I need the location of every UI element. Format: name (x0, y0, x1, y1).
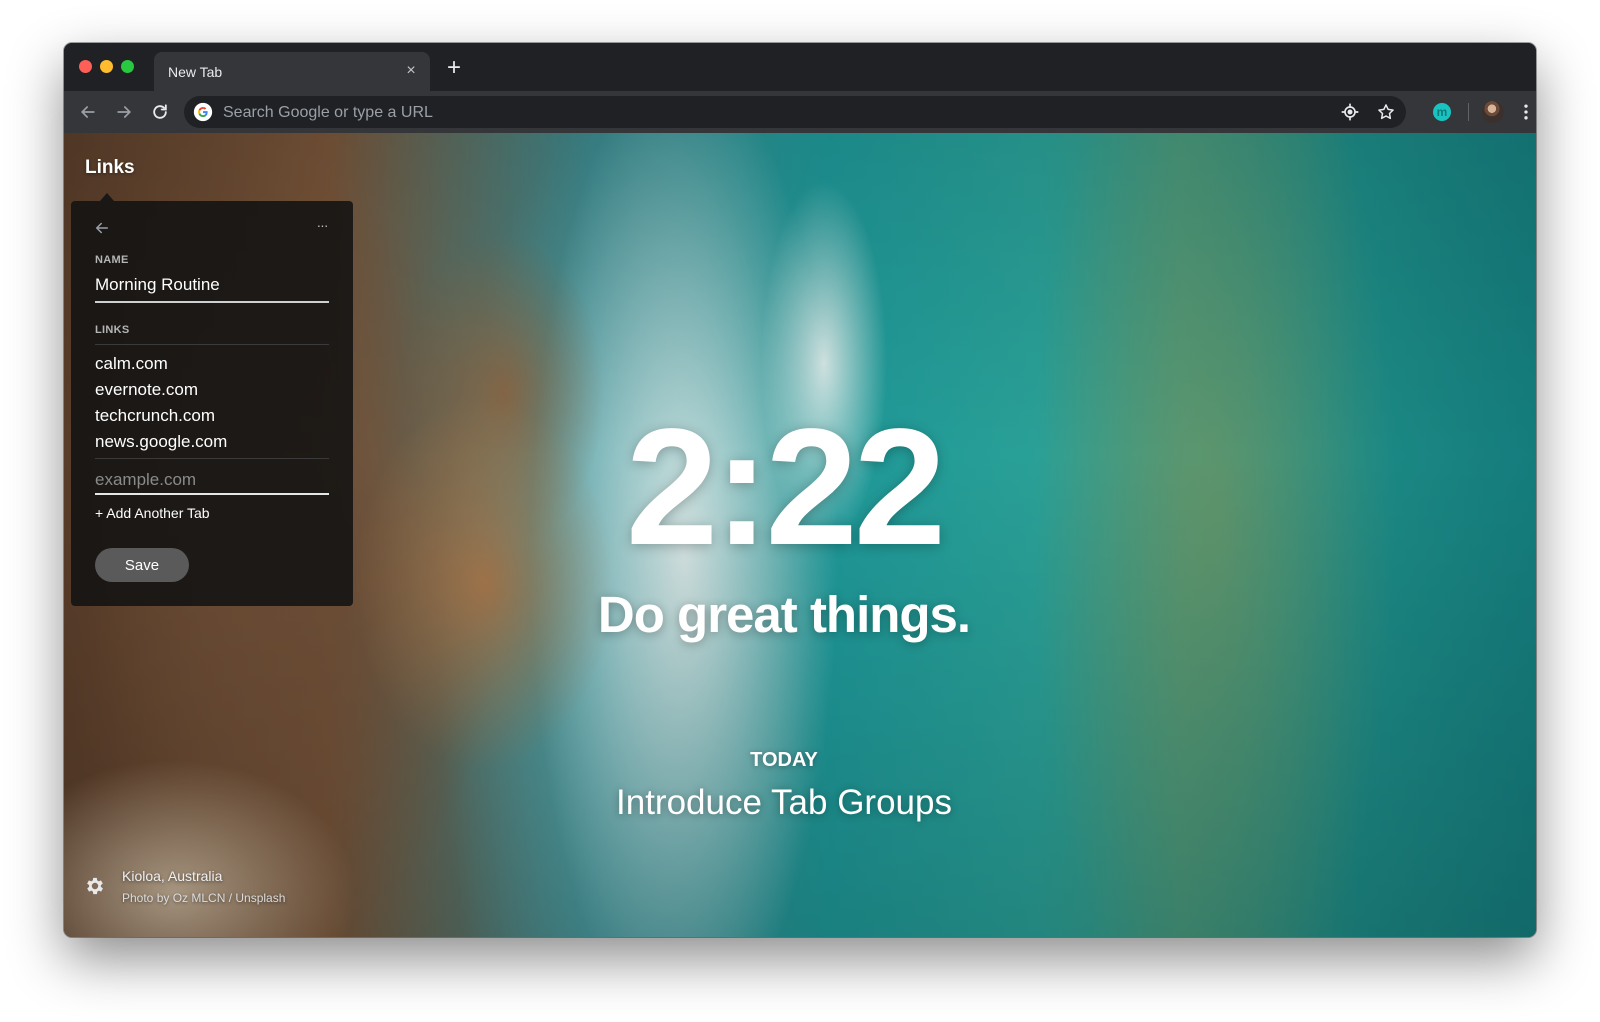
list-item[interactable]: news.google.com (95, 429, 329, 455)
links-divider (95, 458, 329, 459)
title-bar: New Tab × + (64, 43, 1536, 91)
focus-text[interactable]: Introduce Tab Groups (484, 783, 1084, 823)
close-window-button[interactable] (79, 60, 92, 73)
name-underline (95, 301, 329, 303)
list-item[interactable]: evernote.com (95, 377, 329, 403)
reload-icon[interactable] (147, 99, 173, 125)
photo-credit[interactable]: Photo by Oz MLCN / Unsplash (122, 891, 285, 905)
name-field[interactable]: Morning Routine (95, 275, 220, 295)
minimize-window-button[interactable] (100, 60, 113, 73)
arrow-left-icon[interactable] (93, 219, 111, 237)
name-label: NAME (95, 254, 129, 266)
avatar[interactable] (1482, 101, 1504, 123)
forward-icon[interactable] (111, 99, 137, 125)
links-divider (95, 344, 329, 345)
extension-m-icon[interactable]: m (1433, 103, 1451, 121)
list-item[interactable]: calm.com (95, 351, 329, 377)
close-tab-icon[interactable]: × (402, 62, 420, 80)
star-icon[interactable] (1376, 102, 1396, 122)
links-caret (100, 193, 114, 201)
save-button[interactable]: Save (95, 548, 189, 582)
list-item[interactable]: techcrunch.com (95, 403, 329, 429)
photo-location[interactable]: Kioloa, Australia (122, 868, 222, 884)
gear-icon[interactable] (84, 875, 106, 897)
links-toggle[interactable]: Links (85, 157, 135, 179)
address-bar-placeholder: Search Google or type a URL (223, 104, 433, 121)
location-target-icon[interactable] (1340, 102, 1360, 122)
tab-new-tab[interactable]: New Tab × (154, 52, 430, 91)
more-vert-icon[interactable] (1516, 102, 1536, 122)
greeting: Do great things. (597, 586, 971, 643)
background-photo: Links ··· NAME Morning Routine LINKS cal… (64, 133, 1536, 937)
links-panel: ··· NAME Morning Routine LINKS calm.com … (71, 201, 353, 606)
back-icon[interactable] (75, 99, 101, 125)
toolbar: Search Google or type a URL m (64, 91, 1536, 133)
add-another-tab-button[interactable]: + Add Another Tab (95, 505, 210, 521)
new-tab-button[interactable]: + (442, 56, 466, 81)
browser-window: New Tab × + Search Google or type a URL (64, 43, 1536, 937)
links-label: LINKS (95, 324, 130, 336)
link-list: calm.com evernote.com techcrunch.com new… (95, 351, 329, 455)
clock: 2:22 (625, 395, 946, 580)
toolbar-divider (1468, 103, 1469, 121)
tab-title: New Tab (168, 64, 223, 80)
maximize-window-button[interactable] (121, 60, 134, 73)
more-horiz-icon[interactable]: ··· (313, 218, 331, 236)
focus-label: TODAY (750, 749, 818, 771)
google-icon (193, 102, 213, 122)
address-bar[interactable]: Search Google or type a URL (184, 96, 1406, 128)
url-input[interactable] (95, 467, 329, 495)
